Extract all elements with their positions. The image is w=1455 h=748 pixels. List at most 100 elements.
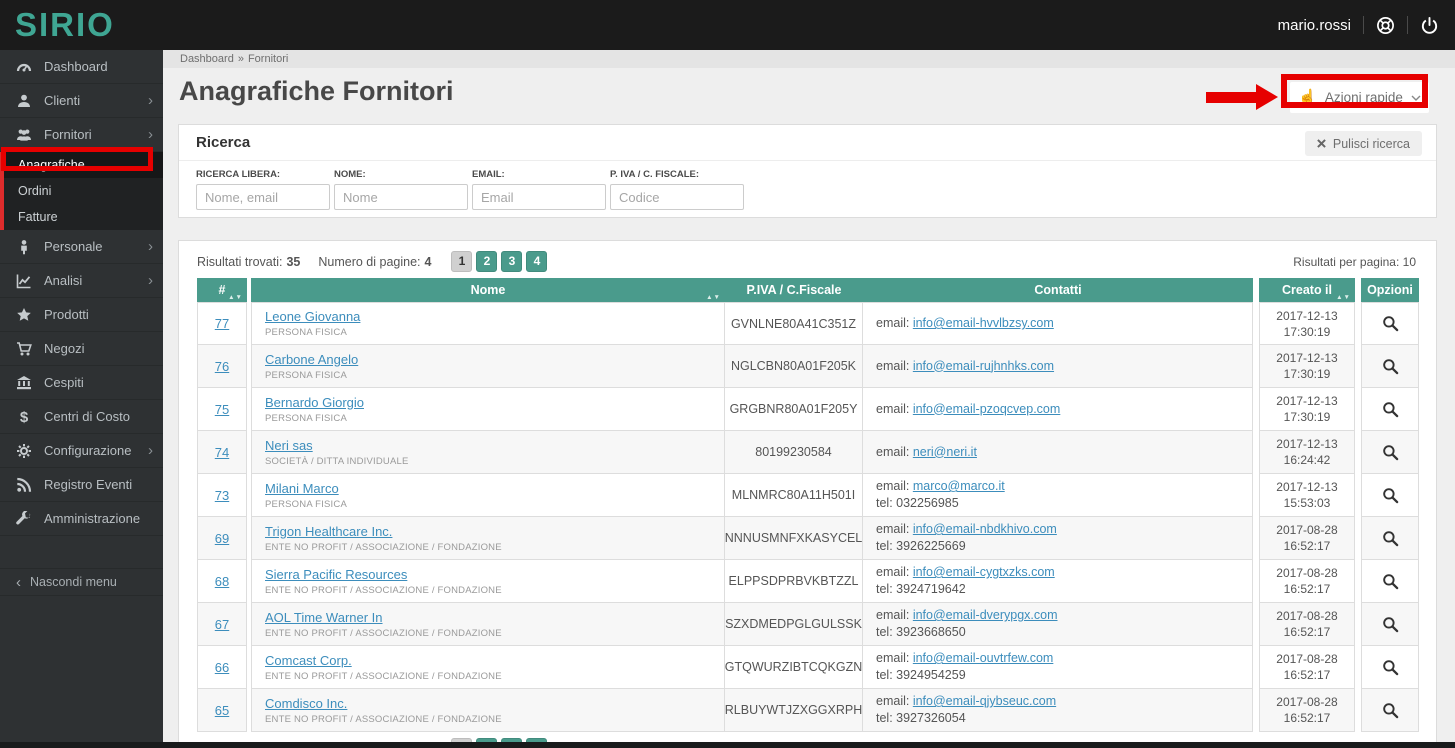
supplier-name-link[interactable]: Comcast Corp. bbox=[265, 653, 352, 668]
search-row-button[interactable] bbox=[1382, 530, 1399, 547]
sidebar-item-ordini[interactable]: Ordini bbox=[4, 178, 163, 204]
search-row-button[interactable] bbox=[1382, 616, 1399, 633]
supplier-name-link[interactable]: Carbone Angelo bbox=[265, 352, 358, 367]
search-row-button[interactable] bbox=[1382, 315, 1399, 332]
bank-icon bbox=[16, 375, 32, 391]
help-lifering-icon[interactable] bbox=[1376, 16, 1395, 35]
search-panel-header: Ricerca Pulisci ricerca bbox=[179, 125, 1436, 161]
search-row-button[interactable] bbox=[1382, 573, 1399, 590]
email-link[interactable]: info@email-cygtxzks.com bbox=[913, 565, 1055, 579]
search-row-button[interactable] bbox=[1382, 702, 1399, 719]
logged-user[interactable]: mario.rossi bbox=[1278, 17, 1351, 34]
supplier-type-label: PERSONA FISICA bbox=[265, 369, 347, 381]
search-row-button[interactable] bbox=[1382, 444, 1399, 461]
clear-search-button[interactable]: Pulisci ricerca bbox=[1304, 131, 1422, 156]
chevron-right-icon: › bbox=[148, 126, 153, 143]
sidebar-item-prodotti[interactable]: Prodotti bbox=[0, 298, 163, 332]
search-row-button[interactable] bbox=[1382, 487, 1399, 504]
row-id-link[interactable]: 74 bbox=[215, 445, 229, 460]
sidebar-item-analisi[interactable]: Analisi › bbox=[0, 264, 163, 298]
email-link[interactable]: info@email-nbdkhivo.com bbox=[913, 522, 1057, 536]
page-button-4[interactable]: 4 bbox=[526, 251, 548, 272]
options-cell bbox=[1361, 345, 1419, 388]
email-link[interactable]: info@email-dverypgx.com bbox=[913, 608, 1058, 622]
breadcrumb-home[interactable]: Dashboard bbox=[180, 53, 234, 65]
supplier-name-link[interactable]: AOL Time Warner In bbox=[265, 610, 383, 625]
search-field-nome: NOME: bbox=[334, 169, 468, 210]
row-id-link[interactable]: 68 bbox=[215, 574, 229, 589]
row-id-link[interactable]: 67 bbox=[215, 617, 229, 632]
created-time: 17:30:19 bbox=[1283, 324, 1331, 339]
sidebar-item-registro-eventi[interactable]: Registro Eventi bbox=[0, 468, 163, 502]
email-link[interactable]: info@email-rujhnhks.com bbox=[913, 359, 1054, 373]
sidebar-item-fornitori[interactable]: Fornitori › bbox=[0, 118, 163, 152]
sort-arrows-icon[interactable]: ▲▼ bbox=[1336, 294, 1351, 301]
supplier-name-link[interactable]: Milani Marco bbox=[265, 481, 339, 496]
search-row-button[interactable] bbox=[1382, 358, 1399, 375]
email-link[interactable]: info@email-ouvtrfew.com bbox=[913, 651, 1054, 665]
page-button-1[interactable]: 1 bbox=[451, 251, 473, 272]
logout-power-icon[interactable] bbox=[1420, 16, 1439, 35]
created-date: 2017-12-13 bbox=[1276, 437, 1338, 451]
quick-actions-button[interactable]: ☝ Azioni rapide bbox=[1290, 82, 1429, 113]
row-id-link[interactable]: 65 bbox=[215, 703, 229, 718]
supplier-name-link[interactable]: Trigon Healthcare Inc. bbox=[265, 524, 392, 539]
search-input-p-iva-c-fiscale[interactable] bbox=[610, 184, 744, 210]
sidebar-item-personale[interactable]: Personale › bbox=[0, 230, 163, 264]
row-id-link[interactable]: 77 bbox=[215, 316, 229, 331]
search-field-ricerca-libera: RICERCA LIBERA: bbox=[196, 169, 330, 210]
person-icon bbox=[16, 239, 32, 255]
sidebar-item-fatture[interactable]: Fatture bbox=[4, 204, 163, 230]
email-link[interactable]: info@email-pzoqcvep.com bbox=[913, 402, 1060, 416]
supplier-name-link[interactable]: Bernardo Giorgio bbox=[265, 395, 364, 410]
supplier-name-link[interactable]: Comdisco Inc. bbox=[265, 696, 347, 711]
email-link[interactable]: info@email-qjybseuc.com bbox=[913, 694, 1056, 708]
breadcrumb-separator: » bbox=[237, 53, 244, 65]
search-row-button[interactable] bbox=[1382, 401, 1399, 418]
piva-code: NGLCBN80A01F205K bbox=[730, 359, 857, 373]
results-panel: Risultati trovati: 35 Numero di pagine: … bbox=[178, 240, 1437, 748]
sidebar-item-amministrazione[interactable]: Amministrazione bbox=[0, 502, 163, 536]
sidebar-item-dashboard[interactable]: Dashboard bbox=[0, 50, 163, 84]
sidebar-collapse-button[interactable]: ‹ Nascondi menu bbox=[0, 568, 163, 596]
contacts-cell: email: info@email-dverypgx.com tel: 39236… bbox=[863, 603, 1253, 646]
email-link[interactable]: info@email-hvvlbzsy.com bbox=[913, 316, 1054, 330]
page-button-3[interactable]: 3 bbox=[501, 251, 523, 272]
row-id-link[interactable]: 75 bbox=[215, 402, 229, 417]
supplier-name-link[interactable]: Sierra Pacific Resources bbox=[265, 567, 407, 582]
row-id-link[interactable]: 66 bbox=[215, 660, 229, 675]
contact-email-line: email: info@email-cygtxzks.com bbox=[876, 565, 1055, 579]
sidebar-item-centri-di-costo[interactable]: $ Centri di Costo bbox=[0, 400, 163, 434]
search-input-email[interactable] bbox=[472, 184, 606, 210]
search-input-nome[interactable] bbox=[334, 184, 468, 210]
row-id-link[interactable]: 73 bbox=[215, 488, 229, 503]
contact-email-line: email: info@email-qjybseuc.com bbox=[876, 694, 1057, 708]
column-header-creato-il[interactable]: Creato il ▲▼ bbox=[1259, 278, 1355, 302]
user-icon bbox=[16, 93, 32, 109]
sidebar-item-clienti[interactable]: Clienti › bbox=[0, 84, 163, 118]
row-id-link[interactable]: 69 bbox=[215, 531, 229, 546]
sidebar-item-configurazione[interactable]: Configurazione › bbox=[0, 434, 163, 468]
table-row: 66 Comcast Corp. ENTE NO PROFIT / ASSOCIAZ… bbox=[197, 646, 1419, 689]
column-header-nome[interactable]: Nome ▲▼ bbox=[251, 278, 725, 302]
sidebar-item-anagrafiche[interactable]: Anagrafiche bbox=[4, 152, 163, 178]
table-row: 76 Carbone Angelo PERSONA FISICA NGLCBN80A0… bbox=[197, 345, 1419, 388]
supplier-name-link[interactable]: Leone Giovanna bbox=[265, 309, 360, 324]
row-id-link[interactable]: 76 bbox=[215, 359, 229, 374]
search-input-ricerca-libera[interactable] bbox=[196, 184, 330, 210]
sidebar-subitem-label: Anagrafiche bbox=[18, 158, 85, 172]
supplier-name-link[interactable]: Neri sas bbox=[265, 438, 313, 453]
sort-arrows-icon[interactable]: ▲▼ bbox=[228, 294, 243, 301]
sort-arrows-icon[interactable]: ▲▼ bbox=[706, 294, 721, 301]
page-button-2[interactable]: 2 bbox=[476, 251, 498, 272]
sidebar-item-negozi[interactable]: Negozi bbox=[0, 332, 163, 366]
breadcrumb: Dashboard» Fornitori bbox=[163, 50, 1455, 68]
sidebar-item-cespiti[interactable]: Cespiti bbox=[0, 366, 163, 400]
column-header-[interactable]: # ▲▼ bbox=[197, 278, 247, 302]
email-link[interactable]: neri@neri.it bbox=[913, 445, 977, 459]
search-field-label: RICERCA LIBERA: bbox=[196, 169, 281, 180]
column-header-label: P.IVA / C.Fiscale bbox=[746, 283, 842, 297]
sidebar-collapse-label: Nascondi menu bbox=[30, 575, 117, 589]
search-row-button[interactable] bbox=[1382, 659, 1399, 676]
email-link[interactable]: marco@marco.it bbox=[913, 479, 1005, 493]
